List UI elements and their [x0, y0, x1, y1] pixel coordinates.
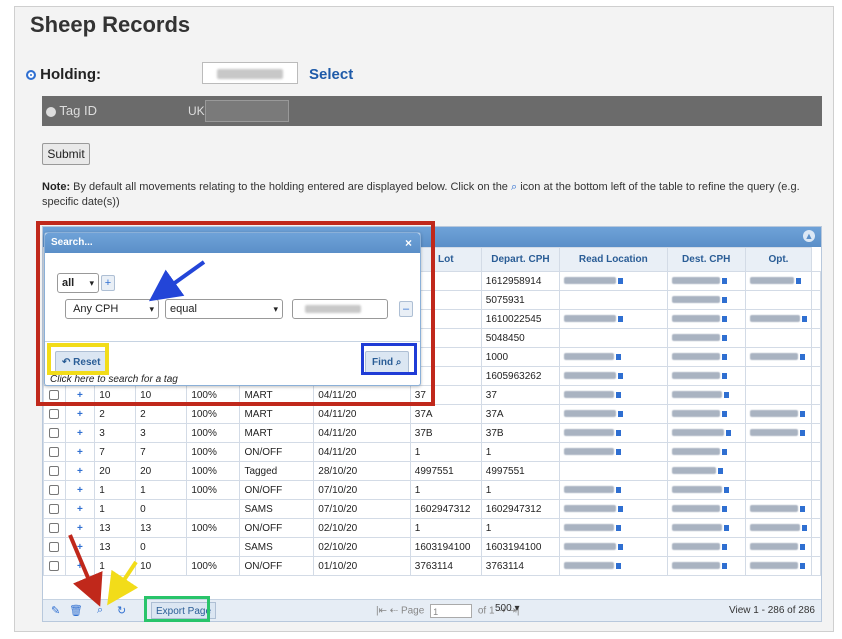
annotation-arrows	[68, 260, 206, 607]
blue-arrow	[148, 260, 206, 302]
yellow-arrow	[107, 560, 139, 606]
red-arrow	[68, 534, 103, 607]
